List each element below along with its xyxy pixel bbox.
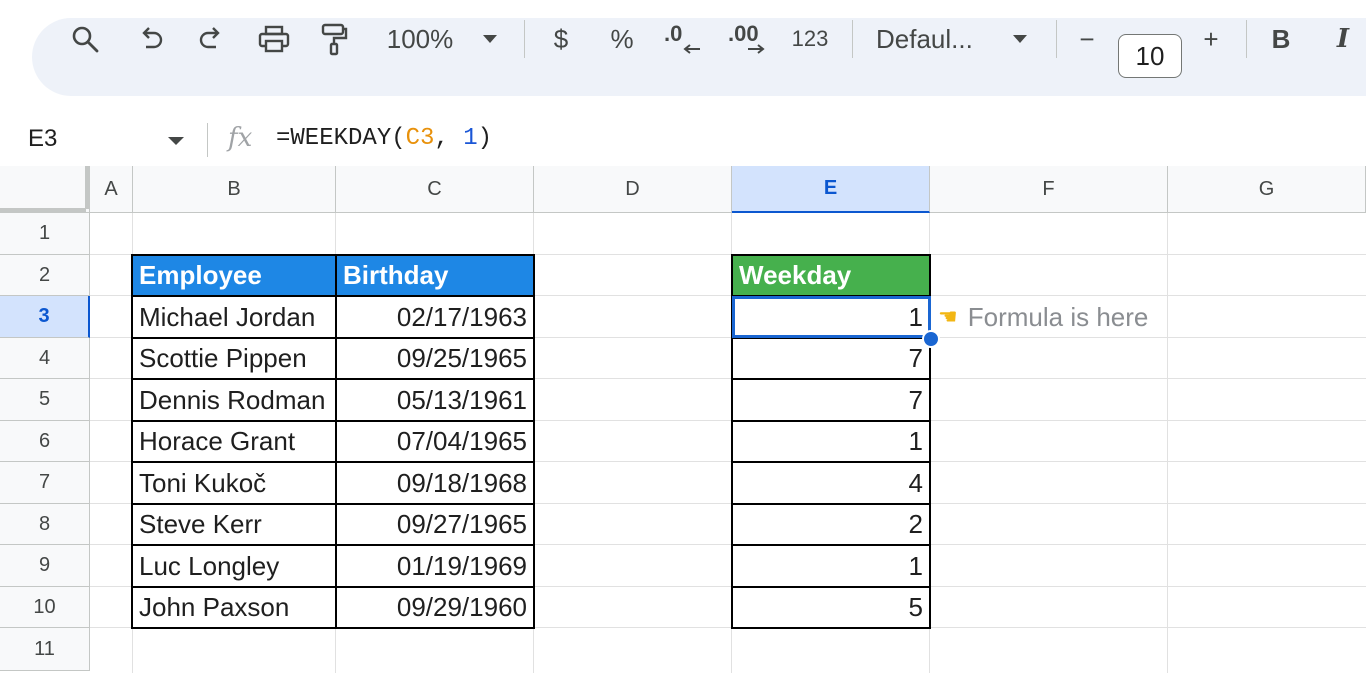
bold-button[interactable]: B <box>1266 0 1296 78</box>
toolbar-divider <box>524 20 525 58</box>
zoom-select[interactable]: 100% <box>382 0 458 78</box>
header-cell-weekday[interactable]: Weekday <box>731 254 931 297</box>
header-cell-birthday[interactable]: Birthday <box>335 254 535 297</box>
weekday-cell[interactable]: 7 <box>731 378 931 422</box>
toolbar-divider <box>1246 20 1247 58</box>
formula-cell-ref: C3 <box>405 125 435 152</box>
formula-bar-divider <box>207 123 208 157</box>
row-header-3[interactable]: 3 <box>0 296 90 338</box>
active-cell-selection <box>732 296 931 338</box>
arrow-left-icon <box>683 44 700 54</box>
birthday-cell[interactable]: 09/25/1965 <box>335 337 535 380</box>
select-all-corner[interactable] <box>0 166 90 213</box>
formula-number-arg: 1 <box>463 125 478 152</box>
undo-icon[interactable] <box>134 0 168 78</box>
column-header-c[interactable]: C <box>336 166 534 213</box>
birthday-cell[interactable]: 09/27/1965 <box>335 503 535 546</box>
increase-font-size-button[interactable]: + <box>1196 0 1226 78</box>
header-cell-employee[interactable]: Employee <box>131 254 337 297</box>
currency-format-button[interactable]: $ <box>546 0 576 78</box>
weekday-cell[interactable]: 2 <box>731 503 931 546</box>
decrease-font-size-button[interactable]: − <box>1072 0 1102 78</box>
birthday-cell[interactable]: 07/04/1965 <box>335 420 535 463</box>
name-box[interactable]: E3 <box>28 125 57 153</box>
weekday-cell[interactable]: 1 <box>731 420 931 463</box>
font-family-value: Defaul... <box>876 23 973 54</box>
toolbar-divider <box>852 20 853 58</box>
formula-separator: , <box>434 125 464 152</box>
birthday-cell[interactable]: 02/17/1963 <box>335 295 535 339</box>
column-header-e[interactable]: E <box>732 166 930 213</box>
employee-cell[interactable]: Horace Grant <box>131 420 337 463</box>
decrease-decimal-label: .0 <box>664 21 683 46</box>
row-header-11[interactable]: 11 <box>0 628 90 671</box>
employee-cell[interactable]: Luc Longley <box>131 544 337 588</box>
toolbar-divider <box>1056 20 1057 58</box>
weekday-cell[interactable]: 1 <box>731 544 931 588</box>
row-header-8[interactable]: 8 <box>0 504 90 545</box>
employee-cell[interactable]: John Paxson <box>131 586 337 629</box>
weekday-cell[interactable]: 5 <box>731 586 931 629</box>
weekday-cell[interactable]: 4 <box>731 461 931 505</box>
formula-note: ☚ Formula is here <box>938 300 1148 334</box>
chevron-down-icon[interactable] <box>1008 0 1032 78</box>
employee-cell[interactable]: Michael Jordan <box>131 295 337 339</box>
chevron-down-icon[interactable] <box>168 137 184 145</box>
row-header-1[interactable]: 1 <box>0 213 90 255</box>
birthday-cell[interactable]: 01/19/1969 <box>335 544 535 588</box>
weekday-cell[interactable]: 7 <box>731 337 931 380</box>
row-header-5[interactable]: 5 <box>0 379 90 421</box>
font-family-select[interactable]: Defaul... <box>876 0 988 78</box>
row-header-7[interactable]: 7 <box>0 462 90 504</box>
number-format-button[interactable]: 123 <box>788 0 832 78</box>
decrease-decimal-button[interactable]: .0 <box>662 0 706 78</box>
birthday-cell[interactable]: 05/13/1961 <box>335 378 535 422</box>
column-header-g[interactable]: G <box>1168 166 1366 213</box>
row-header-2[interactable]: 2 <box>0 255 90 296</box>
row-header-10[interactable]: 10 <box>0 587 90 628</box>
spreadsheet-grid[interactable]: A B C D E F G 1 2 3 4 5 6 7 8 9 10 11 Em… <box>0 166 1366 673</box>
column-header-d[interactable]: D <box>534 166 732 213</box>
print-icon[interactable] <box>254 0 294 78</box>
zoom-value: 100% <box>386 23 454 54</box>
column-header-a[interactable]: A <box>90 166 133 213</box>
formula-bar: E3 fx =WEEKDAY(C3, 1) <box>0 115 1366 165</box>
increase-decimal-button[interactable]: .00 <box>728 0 772 78</box>
chevron-down-icon[interactable] <box>478 0 502 78</box>
formula-input[interactable]: =WEEKDAY(C3, 1) <box>276 125 492 152</box>
formula-note-text: Formula is here <box>967 301 1149 332</box>
paint-format-icon[interactable] <box>316 0 352 78</box>
gridline <box>1167 213 1168 673</box>
column-header-b[interactable]: B <box>133 166 336 213</box>
row-header-6[interactable]: 6 <box>0 421 90 462</box>
formula-prefix: =WEEKDAY( <box>276 125 406 152</box>
employee-cell[interactable]: Toni Kukoč <box>131 461 337 505</box>
pointing-hand-icon: ☚ <box>938 304 958 329</box>
birthday-cell[interactable]: 09/18/1968 <box>335 461 535 505</box>
employee-cell[interactable]: Scottie Pippen <box>131 337 337 380</box>
row-header-4[interactable]: 4 <box>0 338 90 379</box>
arrow-right-icon <box>748 44 765 54</box>
formula-suffix: ) <box>477 125 493 152</box>
row-header-9[interactable]: 9 <box>0 545 90 587</box>
italic-button[interactable]: I <box>1328 0 1358 78</box>
search-icon[interactable] <box>66 0 104 78</box>
percent-format-button[interactable]: % <box>606 0 638 78</box>
birthday-cell[interactable]: 09/29/1960 <box>335 586 535 629</box>
redo-icon[interactable] <box>194 0 228 78</box>
column-header-f[interactable]: F <box>930 166 1168 213</box>
employee-cell[interactable]: Steve Kerr <box>131 503 337 546</box>
font-size-input[interactable]: 10 <box>1118 34 1182 78</box>
employee-cell[interactable]: Dennis Rodman <box>131 378 337 422</box>
function-icon: fx <box>228 123 253 153</box>
